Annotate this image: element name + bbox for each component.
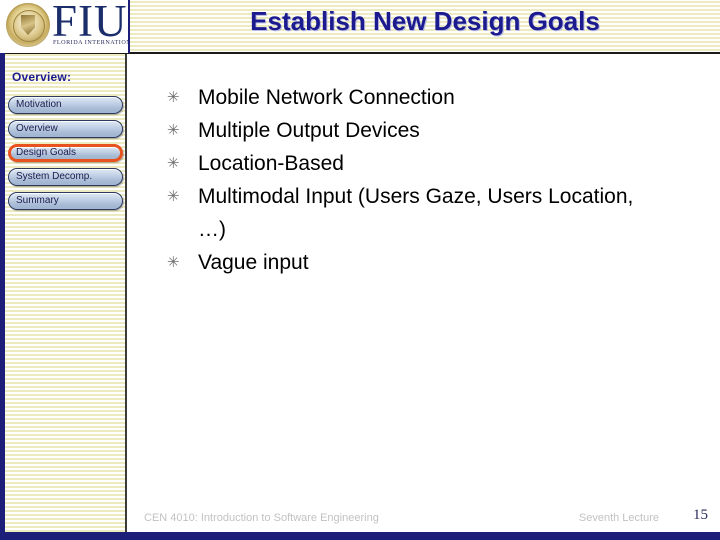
fiu-logo-subtitle: FLORIDA INTERNATIONAL UNIVERSITY <box>53 40 130 46</box>
list-item-text: Multimodal Input (Users Gaze, Users Loca… <box>198 185 634 241</box>
list-item: ✳ Location-Based <box>165 147 665 180</box>
asterisk-bullet-icon: ✳ <box>167 89 180 106</box>
list-item: ✳ Multiple Output Devices <box>165 114 665 147</box>
slide-content: ✳ Mobile Network Connection ✳ Multiple O… <box>129 55 720 502</box>
list-item: ✳ Multimodal Input (Users Gaze, Users Lo… <box>165 180 665 246</box>
list-item-text: Multiple Output Devices <box>198 119 420 142</box>
sidebar-item-summary[interactable]: Summary <box>8 192 123 210</box>
asterisk-bullet-icon: ✳ <box>167 188 180 205</box>
sidebar-item-design-goals[interactable]: Design Goals <box>8 144 123 162</box>
sidebar-item-motivation[interactable]: Motivation <box>8 96 123 114</box>
bullet-list: ✳ Mobile Network Connection ✳ Multiple O… <box>165 81 665 279</box>
list-item-text: Vague input <box>198 251 309 274</box>
asterisk-bullet-icon: ✳ <box>167 122 180 139</box>
list-item: ✳ Vague input <box>165 246 665 279</box>
logo-divider <box>128 0 130 53</box>
sidebar: Overview: Motivation Overview Design Goa… <box>5 53 127 532</box>
list-item-text: Location-Based <box>198 152 344 175</box>
page-number: 15 <box>693 507 708 523</box>
footer-course-label: CEN 4010: Introduction to Software Engin… <box>144 512 379 524</box>
fiu-seal-icon <box>6 3 50 47</box>
list-item: ✳ Mobile Network Connection <box>165 81 665 114</box>
fiu-logo: FIU FLORIDA INTERNATIONAL UNIVERSITY <box>0 0 130 53</box>
sidebar-item-overview[interactable]: Overview <box>8 120 123 138</box>
footer-lecture-label: Seventh Lecture <box>578 512 659 524</box>
asterisk-bullet-icon: ✳ <box>167 254 180 271</box>
left-accent-rail <box>0 0 5 532</box>
asterisk-bullet-icon: ✳ <box>167 155 180 172</box>
sidebar-heading: Overview: <box>12 70 72 84</box>
page-title: Establish New Design Goals <box>250 6 600 36</box>
sidebar-item-system-decomp[interactable]: System Decomp. <box>8 168 123 186</box>
slide-footer: CEN 4010: Introduction to Software Engin… <box>129 502 720 532</box>
bottom-accent-bar <box>0 532 720 540</box>
list-item-text: Mobile Network Connection <box>198 86 455 109</box>
